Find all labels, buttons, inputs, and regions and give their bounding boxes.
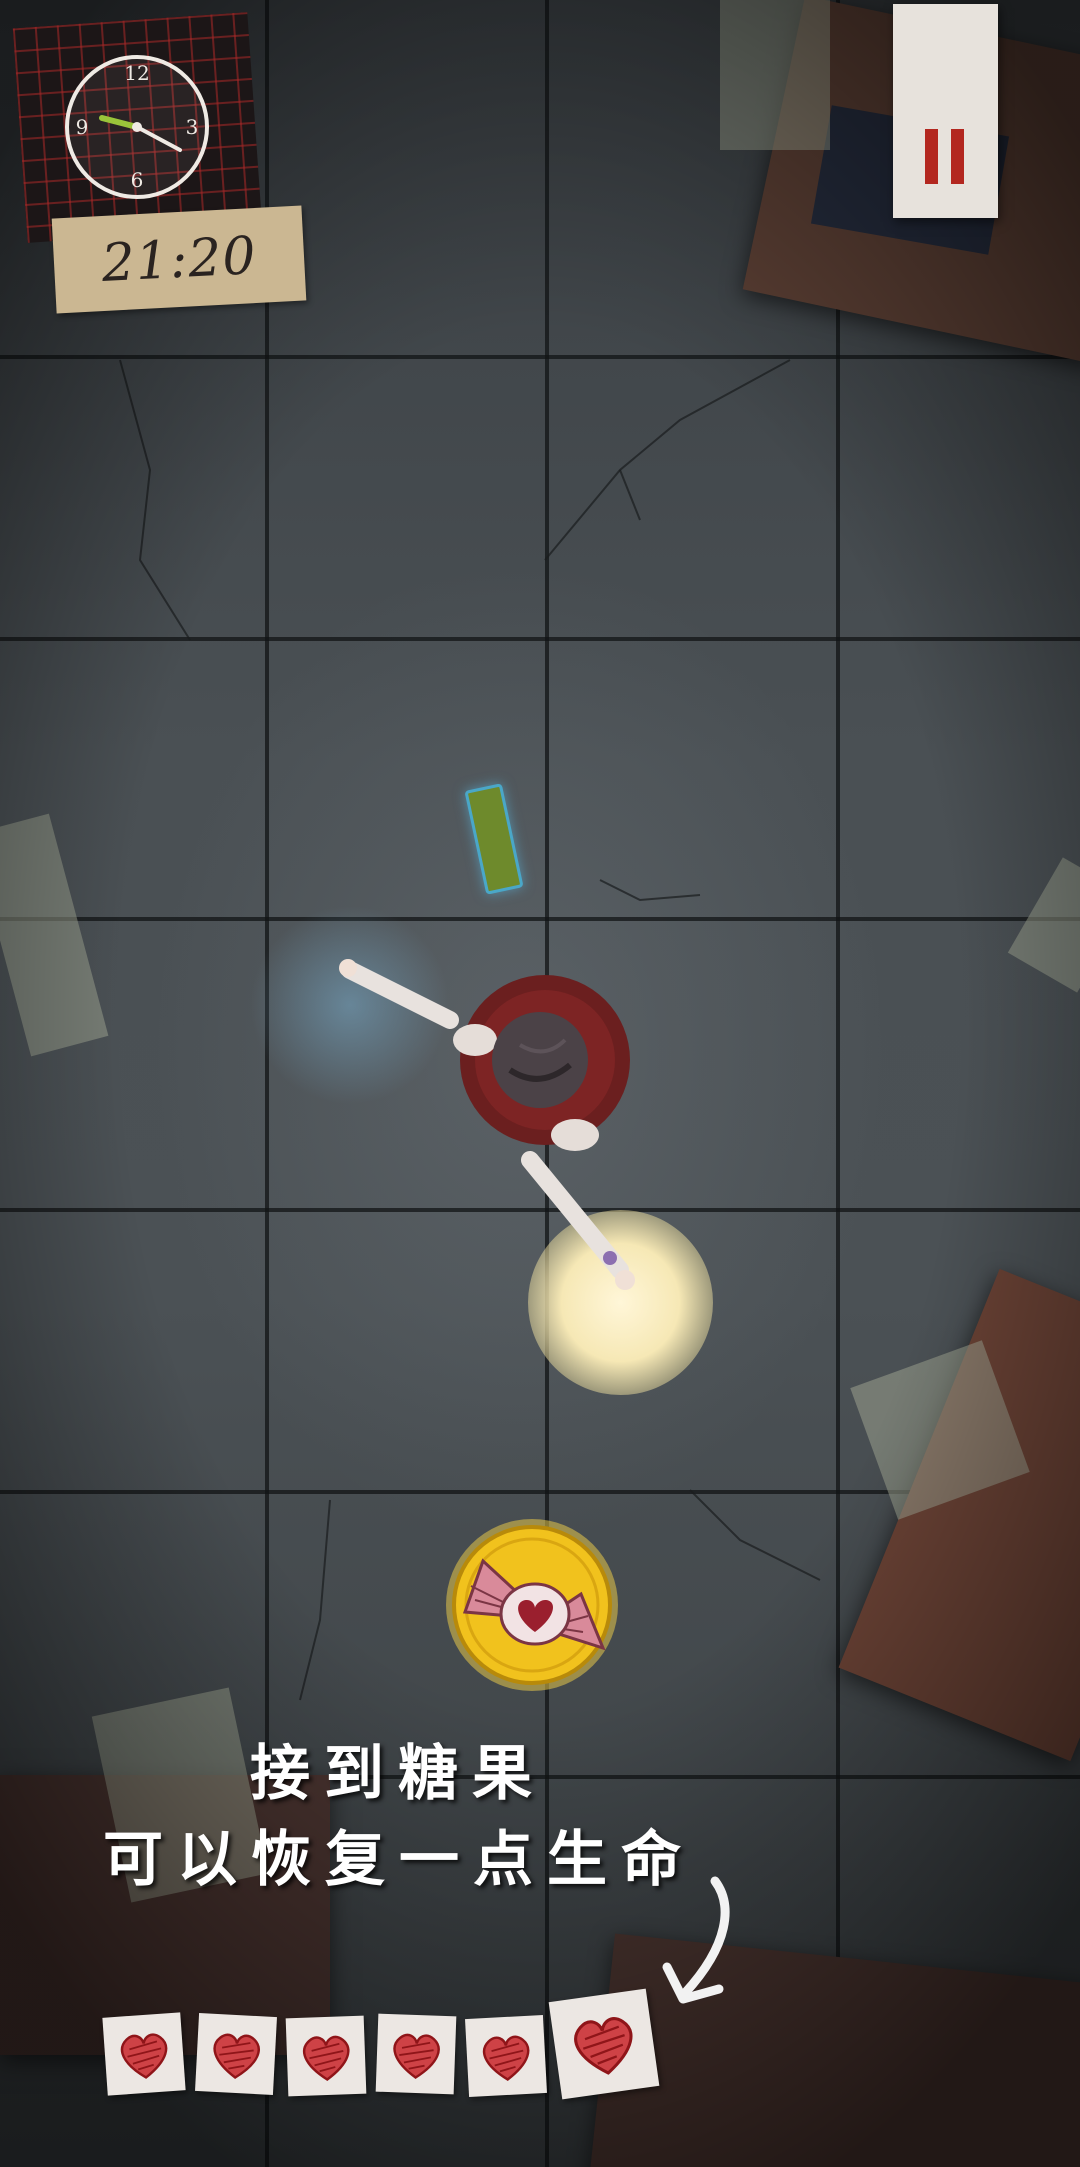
tip-line-1: 接到糖果 <box>250 1739 546 1809</box>
clock-numeral-6: 6 <box>131 168 144 192</box>
pause-button[interactable] <box>893 4 998 218</box>
clock-numeral-12: 12 <box>124 61 149 85</box>
clock-numeral-3: 3 <box>186 115 199 139</box>
heart-icon <box>195 2013 277 2095</box>
heart-icon <box>375 2013 457 2095</box>
paper-top-right <box>720 0 830 150</box>
tip-line-2: 可以恢复一点生命 <box>103 1825 695 1895</box>
candy-coin-icon[interactable] <box>443 1516 621 1694</box>
clock-numeral-9: 9 <box>76 115 89 139</box>
time-display: 21:20 <box>100 225 258 294</box>
heart-icon <box>465 2015 547 2097</box>
player-character[interactable] <box>320 950 660 1310</box>
heart-icon <box>548 1988 660 2100</box>
time-tag: 21:20 <box>51 205 307 314</box>
curved-arrow-down-icon <box>662 1876 730 2004</box>
clock-icon: 12 3 6 9 <box>65 55 209 199</box>
life-hearts <box>102 1988 665 2110</box>
game-scene[interactable]: 12 3 6 9 21:20 接到糖果 可以恢复一点生命 <box>0 0 1080 2167</box>
heart-icon <box>285 2015 367 2097</box>
heart-icon <box>102 2012 186 2096</box>
